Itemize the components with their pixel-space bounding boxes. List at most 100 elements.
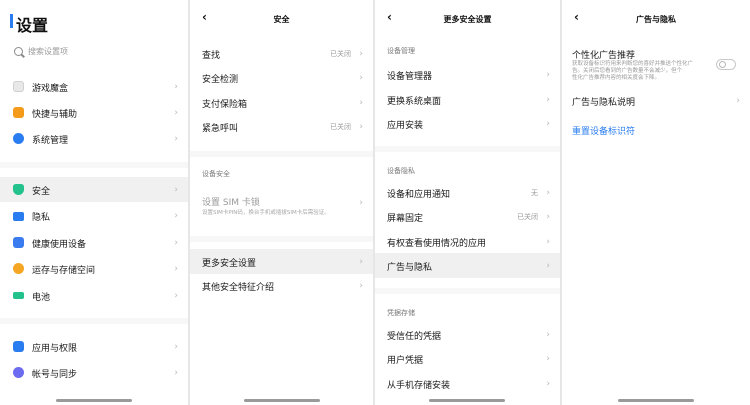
- chevron-right-icon: ›: [359, 281, 363, 291]
- chevron-right-icon: ›: [174, 108, 178, 118]
- chevron-right-icon: ›: [546, 237, 550, 247]
- sidebar-item-battery[interactable]: 电池 ›: [0, 283, 188, 308]
- settings-item-label: 快捷与辅助: [32, 110, 78, 120]
- lock-icon: [13, 212, 24, 221]
- chevron-right-icon: ›: [174, 264, 178, 274]
- ads-privacy-policy-item[interactable]: 广告与隐私说明 ›: [562, 88, 750, 113]
- chevron-right-icon: ›: [174, 185, 178, 195]
- settings-item-label: 运存与存储空间: [32, 266, 96, 276]
- shortcut-assist-icon: [13, 107, 24, 118]
- page-title: 更多安全设置: [443, 15, 492, 24]
- sim-lock-description: 设置SIM卡PIN码，换台手机或插拔SIM卡后需验证。: [202, 210, 330, 216]
- item-status: 已关闭: [330, 50, 351, 58]
- page-title: 设置: [16, 16, 49, 35]
- system-management-icon: [13, 133, 24, 144]
- item-label: 设置 SIM 卡锁: [202, 198, 260, 208]
- group-separator: [0, 162, 188, 168]
- item-label: 有权查看使用情况的应用: [387, 239, 487, 249]
- chevron-right-icon: ›: [359, 49, 363, 59]
- sidebar-item-security[interactable]: 安全 ›: [0, 177, 188, 202]
- item-label: 应用安装: [387, 121, 424, 131]
- home-indicator: [244, 399, 320, 402]
- more-security-item-trusted-credentials[interactable]: 受信任的凭据 ›: [375, 322, 560, 347]
- chevron-right-icon: ›: [736, 96, 740, 106]
- more-security-item-notifications[interactable]: 设备和应用通知 无 ›: [375, 180, 560, 205]
- security-item-find[interactable]: 查找 已关闭 ›: [190, 41, 373, 66]
- toggle-knob: [719, 61, 726, 68]
- security-item-more-settings[interactable]: 更多安全设置 ›: [190, 249, 373, 274]
- description-line: 性化广告推荐内容的相关度会下降。: [572, 75, 661, 81]
- storage-icon: [13, 263, 24, 274]
- more-security-item-app-install[interactable]: 应用安装 ›: [375, 111, 560, 136]
- section-label-device-management: 设备管理: [387, 47, 415, 55]
- chevron-right-icon: ›: [174, 82, 178, 92]
- security-item-emergency-call[interactable]: 紧急呼叫 已关闭 ›: [190, 114, 373, 139]
- chevron-right-icon: ›: [546, 188, 550, 198]
- section-label-credential-storage: 凭据存储: [387, 309, 415, 317]
- sidebar-item-system-management[interactable]: 系统管理 ›: [0, 126, 188, 151]
- chevron-right-icon: ›: [546, 261, 550, 271]
- chevron-right-icon: ›: [359, 198, 363, 208]
- item-label: 设备和应用通知: [387, 190, 451, 200]
- more-security-screen: ‹ 更多安全设置 设备管理 设备管理器 › 更换系统桌面 › 应用安装 › 设备…: [375, 0, 560, 405]
- account-icon: [13, 367, 24, 378]
- page-title: 广告与隐私: [636, 15, 676, 24]
- chevron-right-icon: ›: [546, 212, 550, 222]
- settings-item-label: 游戏魔盒: [32, 84, 69, 94]
- item-label: 支付保险箱: [202, 100, 248, 110]
- reset-device-identifier-link[interactable]: 重置设备标识符: [572, 124, 635, 137]
- settings-item-label: 系统管理: [32, 136, 69, 146]
- apps-grid-icon: [13, 341, 24, 352]
- personalized-ads-label: 个性化广告推荐: [572, 51, 636, 61]
- settings-item-label: 健康使用设备: [32, 240, 87, 250]
- item-label: 受信任的凭据: [387, 332, 442, 342]
- more-security-item-usage-access[interactable]: 有权查看使用情况的应用 ›: [375, 229, 560, 254]
- settings-item-label: 电池: [32, 293, 51, 303]
- item-label: 从手机存储安装: [387, 381, 451, 391]
- more-security-item-install-from-storage[interactable]: 从手机存储安装 ›: [375, 371, 560, 396]
- game-box-icon: [13, 81, 24, 92]
- security-item-payment-vault[interactable]: 支付保险箱 ›: [190, 90, 373, 115]
- settings-item-label: 帐号与同步: [32, 370, 78, 380]
- description-line: 获取设备标识符用来判断您的喜好并推送个性化广: [572, 61, 694, 67]
- chevron-right-icon: ›: [546, 95, 550, 105]
- section-label-device-security: 设备安全: [202, 170, 230, 178]
- chevron-right-icon: ›: [174, 211, 178, 221]
- sidebar-item-game-box[interactable]: 游戏魔盒 ›: [0, 74, 188, 99]
- item-label: 其他安全特征介绍: [202, 283, 275, 293]
- group-separator: [0, 318, 188, 324]
- item-label: 广告与隐私说明: [572, 98, 636, 108]
- security-item-check[interactable]: 安全检测 ›: [190, 65, 373, 90]
- item-label: 更换系统桌面: [387, 97, 442, 107]
- section-label-device-privacy: 设备隐私: [387, 167, 415, 175]
- sidebar-item-storage[interactable]: 运存与存储空间 ›: [0, 256, 188, 281]
- security-item-other-features[interactable]: 其他安全特征介绍 ›: [190, 273, 373, 298]
- more-security-item-user-credentials[interactable]: 用户凭据 ›: [375, 346, 560, 371]
- search-placeholder: 搜索设置项: [28, 47, 68, 56]
- sidebar-item-shortcut-assist[interactable]: 快捷与辅助 ›: [0, 100, 188, 125]
- home-indicator: [429, 399, 505, 402]
- sidebar-item-privacy[interactable]: 隐私 ›: [0, 203, 188, 228]
- more-security-item-change-launcher[interactable]: 更换系统桌面 ›: [375, 87, 560, 112]
- more-security-item-device-manager[interactable]: 设备管理器 ›: [375, 62, 560, 87]
- chevron-right-icon: ›: [174, 134, 178, 144]
- battery-icon: [13, 292, 24, 299]
- personalized-ads-description: 获取设备标识符用来判断您的喜好并推送个性化广 告。关闭后您看到的广告数量不会减少…: [572, 61, 710, 82]
- item-label: 屏幕固定: [387, 214, 424, 224]
- more-security-item-screen-pinning[interactable]: 屏幕固定 已关闭 ›: [375, 204, 560, 229]
- more-security-item-ads-privacy[interactable]: 广告与隐私 ›: [375, 253, 560, 278]
- chevron-right-icon: ›: [174, 291, 178, 301]
- search-icon: [14, 47, 23, 56]
- sidebar-item-apps-permissions[interactable]: 应用与权限 ›: [0, 334, 188, 359]
- item-status: 已关闭: [517, 213, 538, 221]
- sidebar-item-health[interactable]: 健康使用设备 ›: [0, 230, 188, 255]
- search-input[interactable]: 搜索设置项: [10, 44, 178, 62]
- sidebar-item-account-sync[interactable]: 帐号与同步 ›: [0, 360, 188, 385]
- chevron-right-icon: ›: [546, 330, 550, 340]
- personalized-ads-toggle[interactable]: [716, 59, 736, 70]
- item-label: 广告与隐私: [387, 263, 433, 273]
- home-indicator: [618, 399, 694, 402]
- item-status: 已关闭: [330, 123, 351, 131]
- description-line: 告。关闭后您看到的广告数量不会减少，但个: [572, 68, 683, 74]
- chevron-right-icon: ›: [174, 368, 178, 378]
